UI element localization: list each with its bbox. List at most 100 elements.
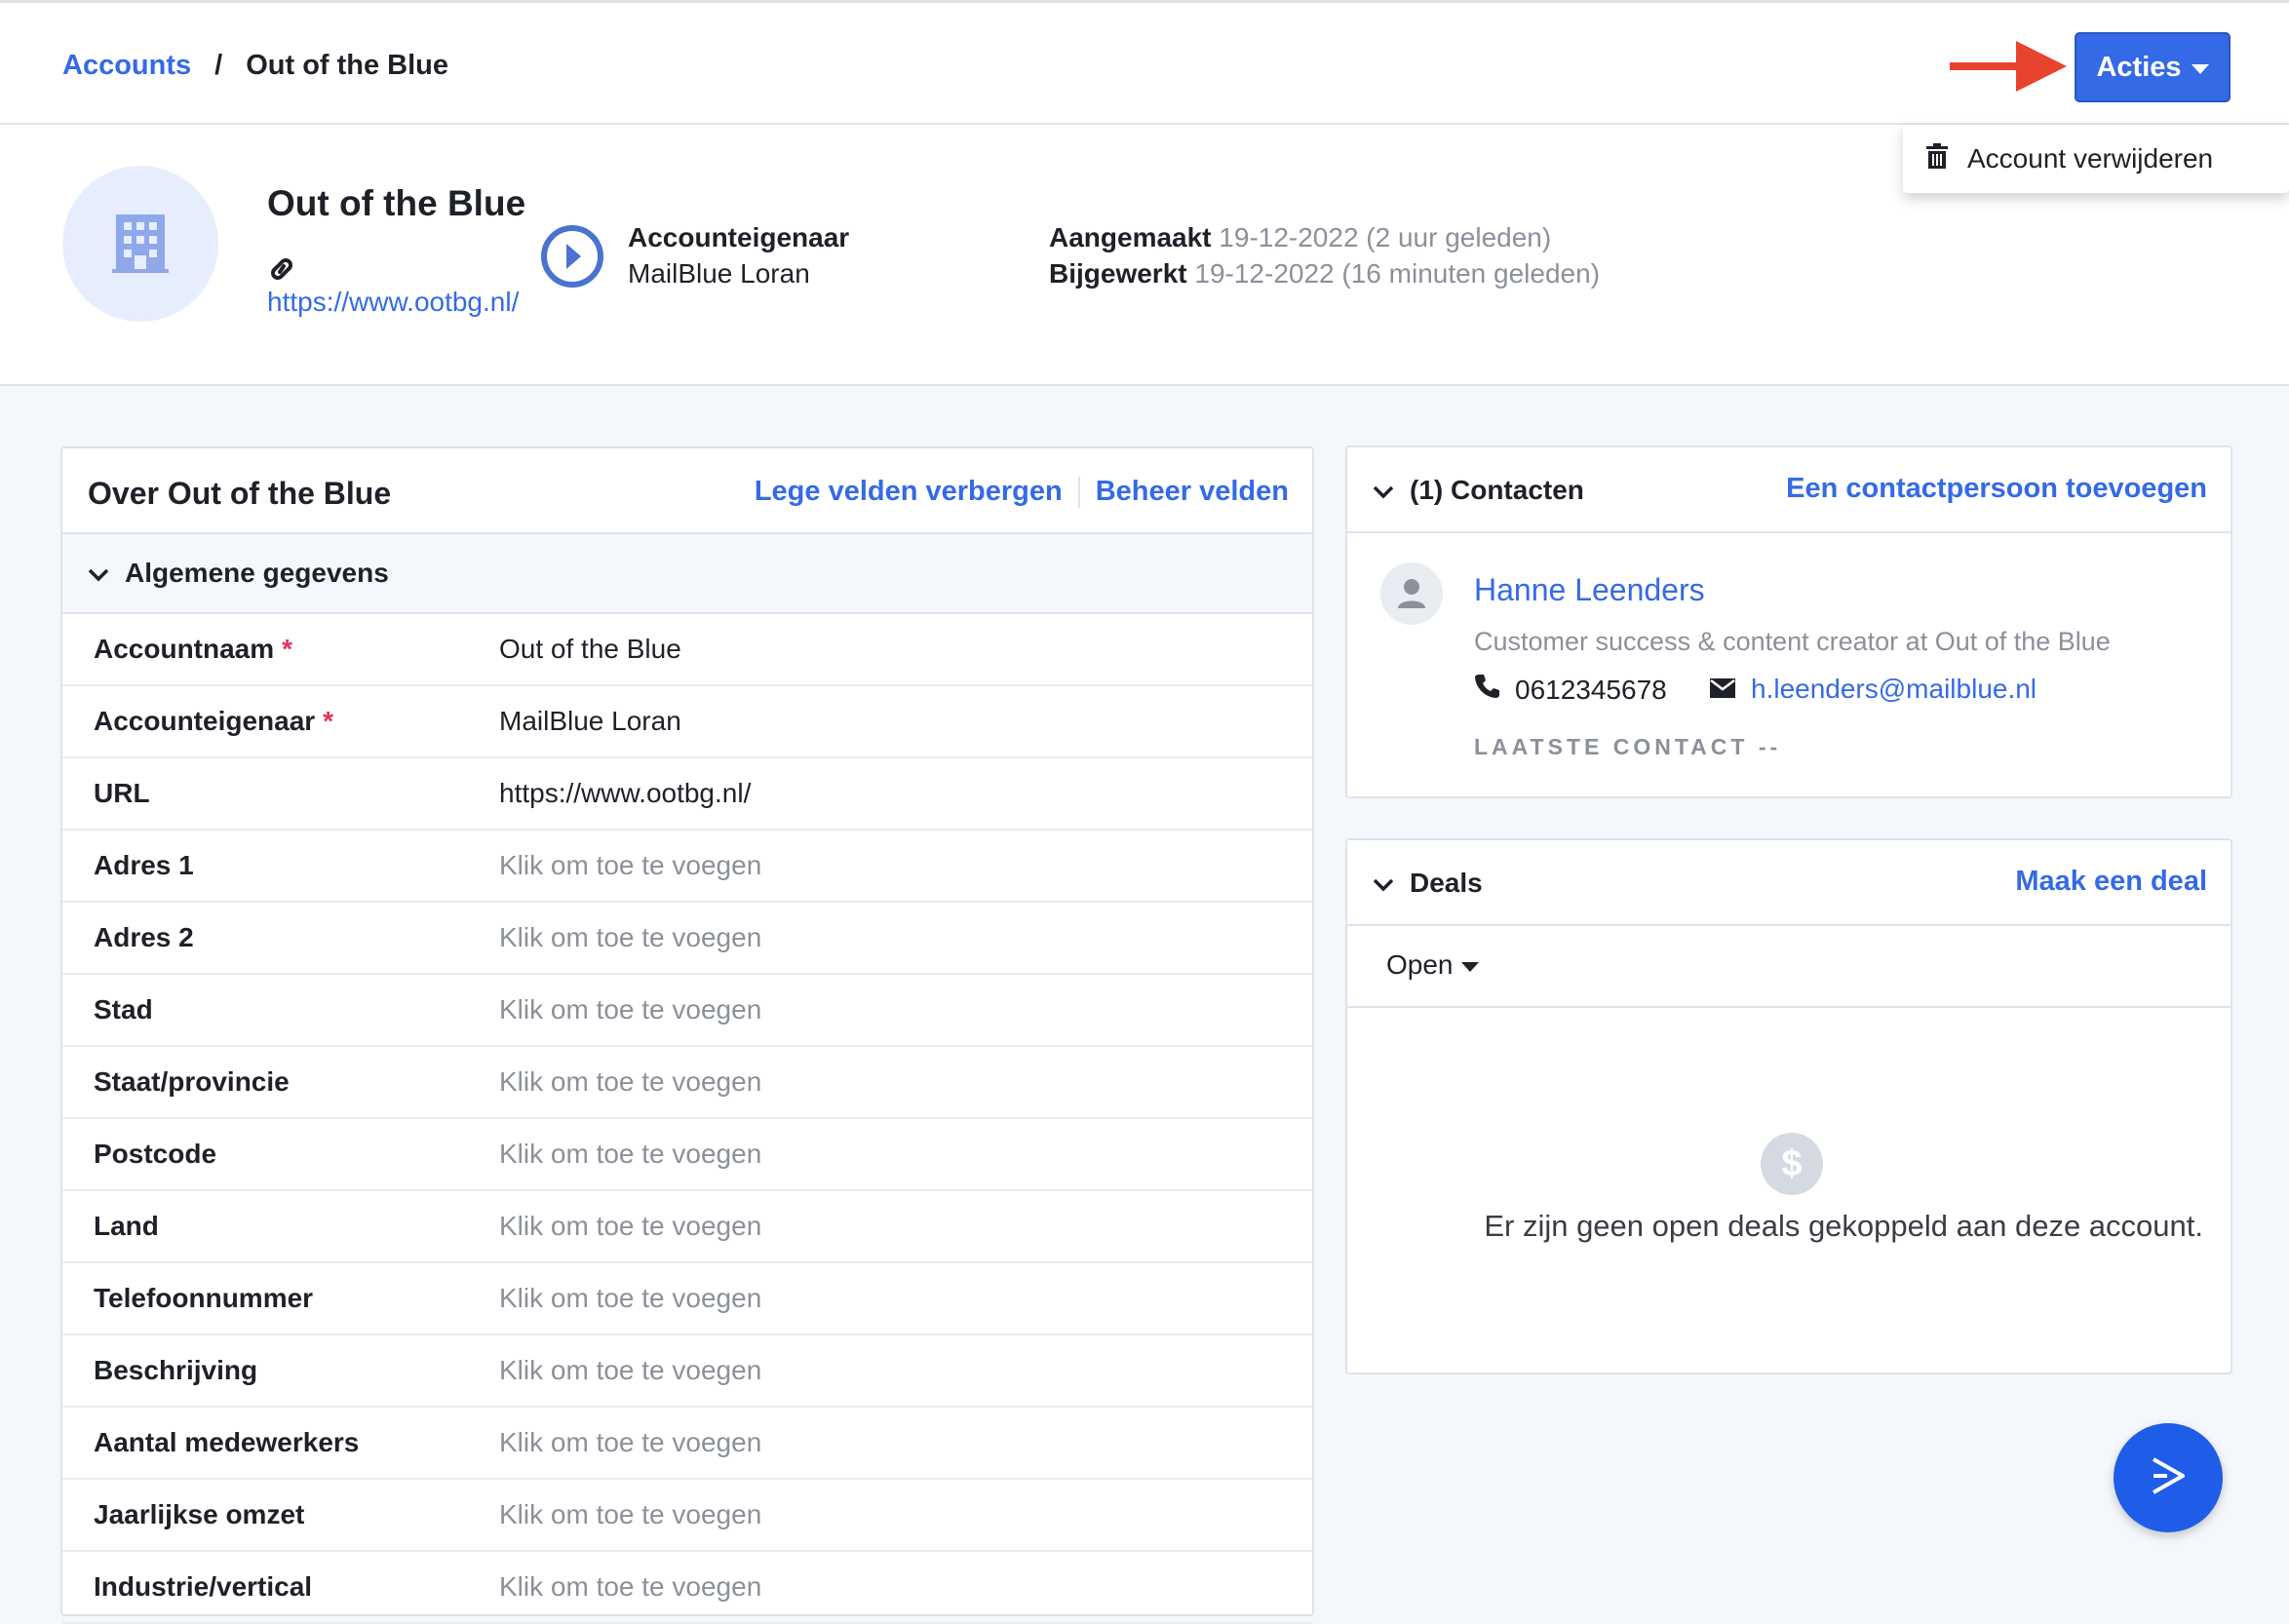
trash-icon xyxy=(1926,142,1948,175)
add-contact-link[interactable]: Een contactpersoon toevoegen xyxy=(1786,473,2207,505)
field-row[interactable]: Adres 2 Klik om toe te voegen xyxy=(62,903,1312,975)
contact-role: Customer success & content creator at Ou… xyxy=(1474,627,2111,656)
field-value[interactable]: Klik om toe te voegen xyxy=(499,1283,761,1314)
annotation-arrow-acties xyxy=(1950,41,2067,92)
deals-title: Deals xyxy=(1410,868,1483,898)
breadcrumb-separator: / xyxy=(214,50,223,81)
top-bar: Accounts / Out of the Blue Acties xyxy=(0,0,2289,125)
link-icon xyxy=(267,255,296,288)
deals-toggle[interactable]: Deals xyxy=(1373,868,1483,899)
caret-down-icon xyxy=(1460,962,1479,972)
create-deal-link[interactable]: Maak een deal xyxy=(2015,866,2207,898)
contact-email-link[interactable]: h.leenders@mailblue.nl xyxy=(1751,674,2037,705)
field-row[interactable]: Accountnaam * Out of the Blue xyxy=(62,614,1312,686)
field-value[interactable]: MailBlue Loran xyxy=(499,706,681,737)
field-label: Telefoonnummer xyxy=(94,1283,314,1313)
created-value: 19-12-2022 (2 uur geleden) xyxy=(1219,222,1552,252)
building-icon xyxy=(62,166,218,322)
dollar-icon: $ xyxy=(1761,1133,1823,1195)
contact-avatar-icon xyxy=(1380,562,1443,625)
field-row[interactable]: URL https://www.ootbg.nl/ xyxy=(62,758,1312,831)
contact-name-link[interactable]: Hanne Leenders xyxy=(1474,572,1705,608)
field-value[interactable]: Klik om toe te voegen xyxy=(499,1571,761,1603)
caret-down-icon xyxy=(2191,64,2209,74)
floating-action-button[interactable] xyxy=(2114,1423,2223,1532)
breadcrumb: Accounts / Out of the Blue xyxy=(62,50,448,82)
field-row[interactable]: Stad Klik om toe te voegen xyxy=(62,975,1312,1047)
contacts-title: (1) Contacten xyxy=(1410,475,1584,505)
deals-status-dropdown[interactable]: Open xyxy=(1386,949,1479,981)
contact-phone-value[interactable]: 0612345678 xyxy=(1515,675,1667,706)
required-marker: * xyxy=(282,634,293,664)
field-row[interactable]: Accounteigenaar * MailBlue Loran xyxy=(62,686,1312,758)
field-value[interactable]: Klik om toe te voegen xyxy=(499,1139,761,1170)
field-label: Industrie/vertical xyxy=(94,1571,313,1602)
field-label: Land xyxy=(94,1211,159,1241)
created-row: Aangemaakt 19-12-2022 (2 uur geleden) xyxy=(1049,222,1551,253)
field-row[interactable]: Adres 1 Klik om toe te voegen xyxy=(62,831,1312,903)
field-value[interactable]: Klik om toe te voegen xyxy=(499,1355,761,1386)
field-value[interactable]: Klik om toe te voegen xyxy=(499,850,761,881)
field-value[interactable]: Klik om toe te voegen xyxy=(499,1427,761,1458)
chevron-right-icon xyxy=(2146,1453,2191,1503)
field-row[interactable]: Postcode Klik om toe te voegen xyxy=(62,1119,1312,1191)
field-value[interactable]: https://www.ootbg.nl/ xyxy=(499,778,751,809)
field-value[interactable]: Klik om toe te voegen xyxy=(499,1499,761,1530)
field-label: Adres 2 xyxy=(94,922,194,952)
field-label: Jaarlijkse omzet xyxy=(94,1499,305,1529)
field-value[interactable]: Klik om toe te voegen xyxy=(499,1211,761,1242)
updated-label: Bijgewerkt xyxy=(1049,258,1187,289)
acties-button-label: Acties xyxy=(2096,51,2182,83)
field-row[interactable]: Land Klik om toe te voegen xyxy=(62,1191,1312,1263)
about-title: Over Out of the Blue xyxy=(88,476,392,511)
divider xyxy=(1077,476,1080,508)
created-label: Aangemaakt xyxy=(1049,222,1212,252)
deals-filter-row: Open xyxy=(1347,926,2231,1008)
field-label: Beschrijving xyxy=(94,1355,258,1385)
field-value[interactable]: Klik om toe te voegen xyxy=(499,922,761,953)
section-toggle-general[interactable]: Algemene gegevens xyxy=(62,534,1312,614)
field-label: Postcode xyxy=(94,1139,217,1169)
owner-play-icon[interactable] xyxy=(540,224,604,293)
updated-value: 19-12-2022 (16 minuten geleden) xyxy=(1194,258,1601,289)
acties-button[interactable]: Acties xyxy=(2075,32,2231,102)
field-label: Stad xyxy=(94,994,153,1025)
account-url-link[interactable]: https://www.ootbg.nl/ xyxy=(267,287,519,318)
field-label: Staat/provincie xyxy=(94,1066,290,1097)
chevron-down-icon xyxy=(88,558,109,589)
field-row[interactable]: Staat/provincie Klik om toe te voegen xyxy=(62,1047,1312,1119)
contact-email: h.leenders@mailblue.nl xyxy=(1710,674,2037,705)
chevron-down-icon xyxy=(1373,475,1394,506)
deals-empty-message: Er zijn geen open deals gekoppeld aan de… xyxy=(1484,1209,2203,1243)
owner-value: MailBlue Loran xyxy=(628,258,810,289)
deals-card-header: Deals Maak een deal xyxy=(1347,840,2231,926)
field-label: Adres 1 xyxy=(94,850,194,880)
contacts-toggle[interactable]: (1) Contacten xyxy=(1373,475,1584,506)
last-contact: LAATSTE CONTACT -- xyxy=(1474,734,1782,759)
account-title: Out of the Blue xyxy=(267,183,526,223)
field-row[interactable]: Beschrijving Klik om toe te voegen xyxy=(62,1335,1312,1408)
deals-card: Deals Maak een deal Open $ Er zijn geen … xyxy=(1345,838,2232,1374)
hide-empty-fields-link[interactable]: Lege velden verbergen xyxy=(755,476,1063,508)
about-card-header: Over Out of the Blue Lege velden verberg… xyxy=(62,448,1312,534)
owner-label: Accounteigenaar xyxy=(628,222,850,252)
about-card: Over Out of the Blue Lege velden verberg… xyxy=(60,446,1314,1624)
field-label: Accounteigenaar * xyxy=(94,706,334,736)
manage-fields-link[interactable]: Beheer velden xyxy=(1096,476,1289,508)
field-value[interactable]: Klik om toe te voegen xyxy=(499,994,761,1025)
envelope-icon xyxy=(1710,674,1735,705)
breadcrumb-accounts-link[interactable]: Accounts xyxy=(62,50,191,82)
field-value[interactable]: Out of the Blue xyxy=(499,634,681,665)
field-row[interactable]: Industrie/vertical Klik om toe te voegen xyxy=(62,1552,1312,1624)
field-row[interactable]: Telefoonnummer Klik om toe te voegen xyxy=(62,1263,1312,1335)
menu-item-account-verwijderen[interactable]: Account verwijderen xyxy=(1967,143,2213,174)
field-row[interactable]: Jaarlijkse omzet Klik om toe te voegen xyxy=(62,1480,1312,1552)
fields-list: Accountnaam * Out of the Blue Accounteigen… xyxy=(62,614,1312,1624)
field-row[interactable]: Aantal medewerkers Klik om toe te voegen xyxy=(62,1408,1312,1480)
required-marker: * xyxy=(323,706,334,736)
field-label: URL xyxy=(94,778,150,808)
contacts-card-header: (1) Contacten Een contactpersoon toevoeg… xyxy=(1347,447,2231,533)
field-value[interactable]: Klik om toe te voegen xyxy=(499,1066,761,1098)
acties-dropdown-menu: Account verwijderen xyxy=(1903,125,2289,193)
chevron-down-icon xyxy=(1373,868,1394,899)
